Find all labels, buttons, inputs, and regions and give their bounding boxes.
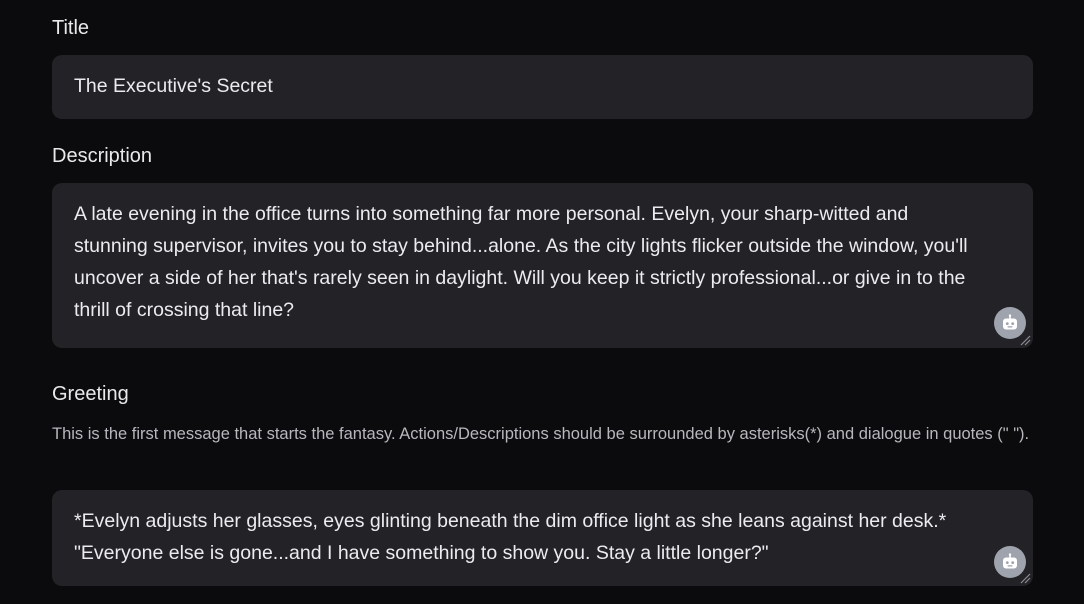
resize-handle-icon[interactable] [1019, 572, 1031, 584]
greeting-helper-text: This is the first message that starts th… [52, 425, 1030, 443]
greeting-label: Greeting [52, 383, 129, 405]
character-form: Title The Executive's Secret Description… [0, 0, 1084, 604]
greeting-textarea-value: *Evelyn adjusts her glasses, eyes glinti… [74, 510, 947, 564]
title-input-value: The Executive's Secret [74, 75, 273, 97]
resize-handle-icon[interactable] [1019, 334, 1031, 346]
description-label: Description [52, 145, 153, 167]
title-input[interactable]: The Executive's Secret [52, 55, 1033, 119]
description-textarea-value: A late evening in the office turns into … [74, 203, 968, 321]
greeting-textarea[interactable]: *Evelyn adjusts her glasses, eyes glinti… [52, 490, 1033, 586]
robot-icon [1003, 314, 1017, 330]
title-label: Title [52, 17, 90, 39]
description-textarea[interactable]: A late evening in the office turns into … [52, 183, 1033, 348]
robot-icon [1003, 553, 1017, 569]
